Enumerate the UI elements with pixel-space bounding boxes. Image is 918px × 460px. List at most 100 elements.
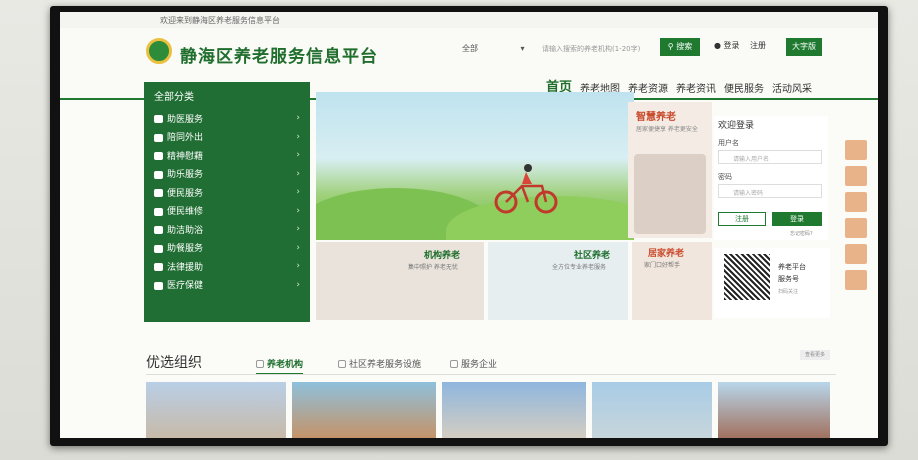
more-link[interactable]: 查看更多 <box>800 350 830 360</box>
nav-item-activities[interactable]: 活动风采 <box>772 80 812 95</box>
welcome-text: 欢迎来到静海区养老服务信息平台 <box>160 16 280 25</box>
category-item[interactable]: 便民服务 › <box>154 183 300 202</box>
tab-divider <box>146 374 836 375</box>
org-card[interactable] <box>292 382 436 438</box>
nav-item-resources[interactable]: 养老资源 <box>628 80 668 95</box>
login-title: 欢迎登录 <box>718 121 755 131</box>
org-card[interactable] <box>146 382 286 438</box>
service-card-home[interactable]: 居家养老 家门口好帮手 <box>632 242 712 320</box>
card-subtitle: 家门口好帮手 <box>644 262 681 269</box>
heart-icon <box>154 226 163 235</box>
heart-icon <box>154 115 163 124</box>
category-item[interactable]: 助医服务 › <box>154 109 300 128</box>
chevron-right-icon: › <box>296 242 300 253</box>
tab-service-companies[interactable]: 服务企业 <box>450 357 497 370</box>
category-label: 医疗保健 <box>167 281 204 292</box>
nav-item-services[interactable]: 便民服务 <box>724 80 764 95</box>
mail-icon[interactable] <box>845 244 867 264</box>
qr-line1: 养老平台 <box>778 263 806 271</box>
chevron-right-icon: › <box>296 205 300 216</box>
book-icon[interactable] <box>845 270 867 290</box>
big-font-button[interactable]: 大字版 <box>786 38 822 56</box>
search-button-label: 搜索 <box>676 42 693 51</box>
document-icon[interactable] <box>845 218 867 238</box>
nav-item-news[interactable]: 养老资讯 <box>676 80 716 95</box>
site-title[interactable]: 静海区养老服务信息平台 <box>180 42 378 67</box>
org-card[interactable] <box>718 382 830 438</box>
tab-community-facilities[interactable]: 社区养老服务设施 <box>338 357 421 370</box>
qr-line2: 服务号 <box>778 275 799 283</box>
search-input[interactable]: 请输入搜索的养老机构(1-20字) <box>538 40 668 56</box>
smart-title: 智慧养老 <box>636 112 676 123</box>
service-card-community[interactable]: 社区养老 全方位专业养老服务 <box>488 242 628 320</box>
category-item[interactable]: 助乐服务 › <box>154 165 300 184</box>
tab-label: 社区养老服务设施 <box>349 360 422 370</box>
chevron-right-icon: › <box>296 113 300 124</box>
category-title: 全部分类 <box>154 92 194 103</box>
user-icon: ● <box>714 41 721 50</box>
forgot-password-link[interactable]: 忘记密码? <box>790 230 813 237</box>
building-icon <box>256 359 264 368</box>
category-label: 陪同外出 <box>167 133 204 144</box>
login-label: 登录 <box>723 41 740 50</box>
password-field[interactable]: 请输入密码 <box>718 184 822 198</box>
chevron-right-icon: › <box>296 150 300 161</box>
card-subtitle: 全方位专业养老服务 <box>552 264 607 271</box>
category-label: 法律援助 <box>167 262 204 273</box>
heart-icon <box>154 244 163 253</box>
tab-institutions[interactable]: 养老机构 <box>256 357 304 375</box>
chevron-right-icon: › <box>296 224 300 235</box>
card-title: 居家养老 <box>648 249 685 259</box>
qr-panel: 养老平台 服务号 扫码关注 <box>714 248 830 318</box>
username-label: 用户名 <box>718 139 739 147</box>
search-icon: ⚲ <box>667 42 674 51</box>
card-subtitle: 集中照护 养老无忧 <box>408 264 458 271</box>
briefcase-icon <box>450 359 458 368</box>
org-card[interactable] <box>442 382 586 438</box>
category-label: 助乐服务 <box>167 170 204 181</box>
category-item[interactable]: 助餐服务 › <box>154 239 300 258</box>
hero-banner[interactable] <box>316 92 634 240</box>
service-card-institution[interactable]: 机构养老 集中照护 养老无忧 <box>316 242 484 320</box>
category-item[interactable]: 法律援助 › <box>154 257 300 276</box>
card-title: 社区养老 <box>574 251 611 261</box>
category-item[interactable]: 助洁助浴 › <box>154 220 300 239</box>
category-item[interactable]: 陪同外出 › <box>154 128 300 147</box>
username-field[interactable]: 请输入用户名 <box>718 150 822 164</box>
heart-icon <box>154 170 163 179</box>
category-item[interactable]: 便民维修 › <box>154 202 300 221</box>
search-scope-select[interactable]: 全部 ▾ <box>458 40 538 56</box>
qr-line3: 扫码关注 <box>778 289 799 295</box>
tab-label: 养老机构 <box>267 360 304 370</box>
chevron-right-icon: › <box>296 131 300 142</box>
category-label: 便民服务 <box>167 188 204 199</box>
featured-title: 优选组织 <box>146 355 202 371</box>
chevron-down-icon: ▾ <box>520 44 525 53</box>
heart-icon <box>154 133 163 142</box>
home-icon[interactable] <box>845 140 867 160</box>
building-icon <box>338 359 346 368</box>
logo-icon[interactable] <box>146 38 172 64</box>
category-item[interactable]: 医疗保健 › <box>154 276 300 295</box>
search-button[interactable]: ⚲ 搜索 <box>660 38 700 56</box>
register-link[interactable]: 注册 <box>750 40 766 51</box>
login-link[interactable]: ● 登录 <box>714 40 740 51</box>
login-box: 欢迎登录 用户名 请输入用户名 密码 请输入密码 注册 登录 忘记密码? <box>714 116 828 240</box>
chevron-right-icon: › <box>296 261 300 272</box>
category-item[interactable]: 精神慰藉 › <box>154 146 300 165</box>
category-label: 便民维修 <box>167 207 204 218</box>
heart-icon <box>154 207 163 216</box>
qr-code-icon[interactable] <box>724 254 770 300</box>
category-menu: 全部分类 助医服务 › 陪同外出 › 精神慰藉 › 助乐服务 › 便民服务 › 便民维修 ›… <box>144 82 310 322</box>
smart-elderly-panel[interactable]: 智慧养老 居家便捷享 养老更安全 <box>628 102 712 238</box>
category-label: 助餐服务 <box>167 244 204 255</box>
category-label: 助洁助浴 <box>167 225 204 236</box>
heart-icon <box>154 281 163 290</box>
org-card[interactable] <box>592 382 712 438</box>
login-submit-button[interactable]: 登录 <box>772 212 822 226</box>
person-icon[interactable] <box>845 192 867 212</box>
category-label: 助医服务 <box>167 114 204 125</box>
heart-icon[interactable] <box>845 166 867 186</box>
welcome-strip: 欢迎来到静海区养老服务信息平台 <box>60 12 878 28</box>
register-button[interactable]: 注册 <box>718 212 766 226</box>
